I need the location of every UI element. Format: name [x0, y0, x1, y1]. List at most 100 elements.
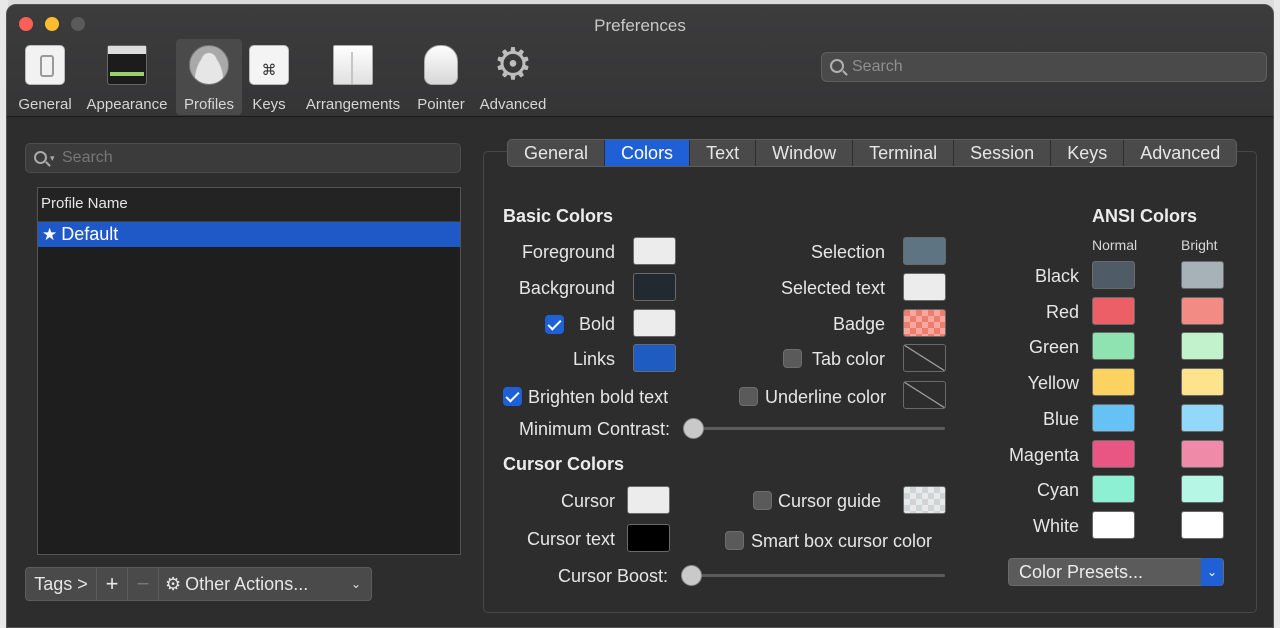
- toolbar-general-label: General: [18, 96, 72, 113]
- tab-colors[interactable]: Colors: [605, 140, 691, 166]
- color-presets-label: Color Presets...: [1019, 562, 1144, 582]
- tab-general[interactable]: General: [508, 140, 606, 166]
- cursor-guide-label: Cursor guide: [778, 491, 882, 511]
- brighten-bold-checkbox[interactable]: [503, 387, 522, 406]
- tab-session[interactable]: Session: [954, 140, 1052, 166]
- tab-color-well[interactable]: [903, 344, 946, 372]
- preferences-search-input[interactable]: [852, 56, 1252, 78]
- keys-command-icon: ⌘: [249, 45, 289, 85]
- search-icon: [830, 59, 844, 73]
- ansi-black-bright-color-well[interactable]: [1181, 261, 1224, 289]
- ansi-red-label: Red: [1045, 301, 1079, 322]
- tags-button[interactable]: Tags >: [25, 567, 97, 601]
- links-color-well[interactable]: [633, 344, 676, 372]
- profile-search-input[interactable]: [62, 147, 452, 169]
- ansi-blue-normal-color-well[interactable]: [1092, 403, 1135, 432]
- background-label: Background: [518, 278, 615, 298]
- ansi-magenta-normal-color-well[interactable]: [1092, 439, 1135, 468]
- profile-row-default[interactable]: ★ Default: [38, 222, 460, 247]
- selection-color-well[interactable]: [903, 237, 946, 265]
- toolbar-pointer[interactable]: Pointer: [411, 39, 471, 115]
- ansi-red-normal-color-well[interactable]: [1092, 296, 1135, 325]
- tab-keys[interactable]: Keys: [1051, 140, 1125, 166]
- minimum-contrast-slider-knob[interactable]: [683, 418, 704, 439]
- other-actions-button[interactable]: ⚙ Other Actions... ⌄: [158, 567, 372, 601]
- ansi-magenta-label: Magenta: [1008, 444, 1079, 465]
- window-title: Preferences: [594, 16, 686, 35]
- profile-name-header[interactable]: Profile Name: [38, 188, 460, 222]
- chevron-down-icon: ⌄: [350, 577, 361, 591]
- foreground-color-well[interactable]: [633, 237, 676, 265]
- cursor-color-well[interactable]: [627, 486, 670, 514]
- arrangements-window-icon: [333, 45, 373, 85]
- toolbar-general[interactable]: General: [15, 39, 75, 115]
- toolbar-appearance[interactable]: Appearance: [83, 39, 171, 115]
- tab-color-checkbox[interactable]: [783, 349, 802, 368]
- tab-text[interactable]: Text: [690, 140, 757, 166]
- toolbar-arrangements[interactable]: Arrangements: [301, 39, 405, 115]
- links-label: Links: [572, 349, 615, 369]
- ansi-green-label: Green: [1028, 337, 1079, 358]
- minimum-contrast-label: Minimum Contrast:: [518, 419, 670, 439]
- toolbar-profiles[interactable]: Profiles: [176, 39, 242, 115]
- basic-colors-title: Basic Colors: [503, 206, 614, 226]
- ansi-green-normal-color-well[interactable]: [1092, 332, 1135, 361]
- chevron-down-icon: ⌄: [1201, 558, 1223, 586]
- underline-color-checkbox[interactable]: [739, 387, 758, 406]
- smart-box-cursor-label: Smart box cursor color: [751, 531, 933, 551]
- preferences-window: Preferences General Appearance Profiles …: [6, 4, 1274, 628]
- cursor-colors-title: Cursor Colors: [503, 454, 625, 474]
- search-icon: [34, 151, 47, 164]
- smart-box-cursor-checkbox[interactable]: [725, 531, 744, 550]
- cursor-guide-color-well[interactable]: [903, 486, 946, 514]
- profile-search[interactable]: ▾: [25, 143, 461, 173]
- preferences-search[interactable]: [821, 52, 1267, 82]
- cursor-boost-label: Cursor Boost:: [557, 566, 668, 586]
- bold-label: Bold: [578, 314, 615, 334]
- color-presets-button[interactable]: Color Presets... ⌄: [1008, 558, 1224, 586]
- ansi-yellow-normal-color-well[interactable]: [1092, 368, 1135, 397]
- bold-color-well[interactable]: [633, 309, 676, 337]
- ansi-white-normal-color-well[interactable]: [1092, 510, 1135, 539]
- ansi-black-label: Black: [1034, 266, 1079, 286]
- tab-advanced[interactable]: Advanced: [1124, 140, 1236, 166]
- toolbar-keys-label: Keys: [252, 96, 286, 113]
- ansi-cyan-bright-color-well[interactable]: [1181, 475, 1224, 504]
- ansi-cyan-label: Cyan: [1036, 480, 1079, 501]
- background-color-well[interactable]: [633, 273, 676, 301]
- ansi-white-bright-color-well[interactable]: [1181, 510, 1224, 539]
- ansi-cyan-normal-color-well[interactable]: [1092, 475, 1135, 504]
- cursor-guide-checkbox[interactable]: [753, 491, 772, 510]
- ansi-green-bright-color-well[interactable]: [1181, 332, 1224, 361]
- selected-text-color-well[interactable]: [903, 273, 946, 301]
- tab-color-label: Tab color: [811, 349, 885, 369]
- profile-name: Default: [61, 224, 119, 244]
- ansi-black-normal-color-well[interactable]: [1092, 261, 1135, 289]
- badge-color-well[interactable]: [903, 309, 946, 337]
- bold-checkbox[interactable]: [545, 315, 564, 334]
- ansi-blue-bright-color-well[interactable]: [1181, 403, 1224, 432]
- ansi-magenta-bright-color-well[interactable]: [1181, 439, 1224, 468]
- selected-text-label: Selected text: [780, 278, 885, 298]
- tab-terminal[interactable]: Terminal: [853, 140, 955, 166]
- add-profile-button[interactable]: +: [96, 567, 128, 601]
- tab-window[interactable]: Window: [756, 140, 854, 166]
- toolbar-advanced[interactable]: ⚙ Advanced: [477, 39, 549, 115]
- general-switch-icon: [25, 45, 65, 85]
- cursor-boost-slider[interactable]: [691, 574, 945, 577]
- underline-color-well[interactable]: [903, 381, 946, 409]
- profile-list: Profile Name ★ Default: [37, 187, 461, 555]
- normal-column-header: Normal: [1092, 237, 1138, 253]
- badge-label: Badge: [832, 314, 885, 334]
- background-app-edge-right: [1274, 0, 1280, 628]
- remove-profile-button[interactable]: −: [127, 567, 159, 601]
- ansi-red-bright-color-well[interactable]: [1181, 296, 1224, 325]
- minimum-contrast-slider[interactable]: [693, 427, 945, 430]
- other-actions-label: Other Actions...: [185, 574, 309, 594]
- toolbar-keys[interactable]: ⌘ Keys: [247, 39, 291, 115]
- cursor-boost-slider-knob[interactable]: [681, 565, 702, 586]
- underline-color-label: Underline color: [765, 387, 887, 407]
- star-icon: ★: [42, 225, 58, 244]
- ansi-yellow-bright-color-well[interactable]: [1181, 368, 1224, 397]
- cursor-text-color-well[interactable]: [627, 524, 670, 552]
